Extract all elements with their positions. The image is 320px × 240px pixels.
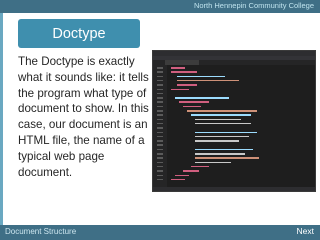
code-line: [177, 79, 239, 82]
line-number: [157, 170, 163, 172]
editor-statusbar: [153, 187, 315, 191]
next-button[interactable]: Next: [297, 226, 314, 236]
code-line: [175, 97, 229, 99]
code-line: [195, 140, 239, 142]
line-number: [157, 153, 163, 155]
line-number: [157, 88, 163, 90]
college-name: North Hennepin Community College: [193, 1, 314, 10]
code-line: [195, 157, 259, 159]
line-number: [157, 79, 163, 82]
code-line: [171, 67, 185, 69]
body-text: The Doctype is exactly what it sounds li…: [18, 55, 149, 179]
line-number: [157, 67, 163, 69]
code-line: [183, 105, 201, 108]
line-number: [157, 105, 163, 108]
code-line: [177, 75, 225, 78]
line-number: [157, 84, 163, 86]
code-line: [195, 161, 231, 164]
code-line: [171, 88, 189, 90]
code-line: [195, 122, 251, 125]
code-line: [177, 84, 197, 86]
header-bar: North Hennepin Community College: [0, 0, 320, 13]
code-line: [195, 135, 249, 138]
footer-section-title: Document Structure: [5, 227, 77, 236]
code-line: [191, 165, 209, 168]
line-number: [157, 161, 163, 164]
code-line: [171, 178, 185, 181]
slide-title: Doctype: [52, 25, 106, 42]
code-line: [195, 148, 253, 151]
code-line: [195, 118, 241, 121]
line-number: [157, 144, 163, 146]
code-line: [195, 153, 245, 155]
line-number: [157, 114, 163, 116]
code-line: [171, 71, 197, 73]
code-line: [187, 110, 257, 112]
line-number: [157, 97, 163, 99]
line-number: [157, 131, 163, 133]
code-line: [195, 131, 257, 133]
line-number: [157, 178, 163, 181]
line-number: [157, 122, 163, 125]
left-accent-bar: [0, 13, 3, 225]
code-line: [191, 114, 251, 116]
line-number: [157, 165, 163, 168]
line-number: [157, 157, 163, 159]
editor-code-area: [153, 65, 315, 187]
line-number: [157, 127, 163, 129]
line-number: [157, 71, 163, 73]
footer-bar: Document Structure Next: [0, 225, 320, 240]
code-line: [179, 101, 209, 103]
line-number: [157, 101, 163, 103]
line-number: [157, 140, 163, 142]
code-line: [175, 174, 189, 176]
line-number: [157, 110, 163, 112]
line-number: [157, 135, 163, 138]
line-number: [157, 75, 163, 78]
line-number: [157, 92, 163, 95]
line-number: [157, 148, 163, 151]
title-box: Doctype: [18, 19, 140, 48]
line-number: [157, 174, 163, 176]
code-editor-screenshot: [152, 50, 316, 192]
code-line: [183, 170, 199, 172]
line-number: [157, 118, 163, 121]
slide: North Hennepin Community College Doctype…: [0, 0, 320, 240]
